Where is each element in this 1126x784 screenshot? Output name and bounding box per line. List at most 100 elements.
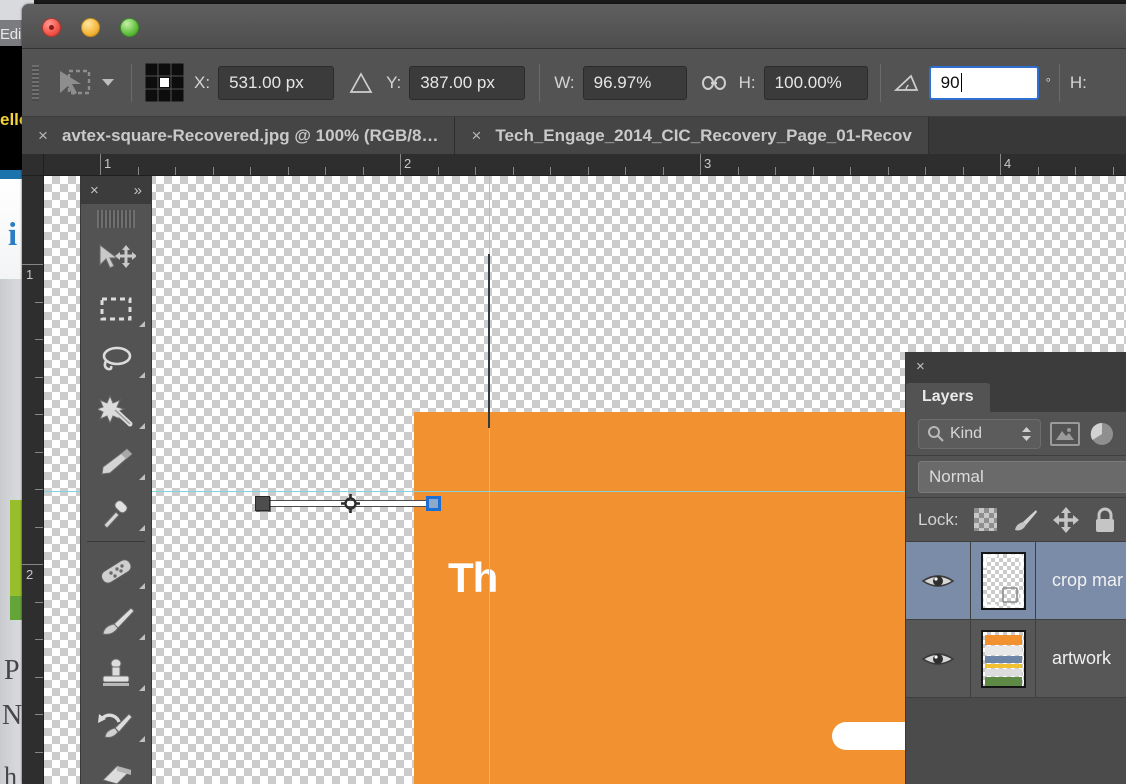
layer-visibility-toggle[interactable] <box>906 648 970 670</box>
ref-point-bl[interactable] <box>147 91 156 100</box>
close-icon[interactable]: × <box>471 126 481 146</box>
chevron-down-icon[interactable] <box>102 79 114 86</box>
tool-submenu-indicator[interactable] <box>139 474 145 480</box>
ruler-tick <box>137 167 139 175</box>
layer-visibility-toggle[interactable] <box>906 570 970 592</box>
lock-all-icon[interactable] <box>1094 507 1116 533</box>
rectangular-marquee-tool[interactable] <box>81 283 151 334</box>
ref-point-mr[interactable] <box>173 78 182 87</box>
layer-name[interactable]: crop mar <box>1036 570 1123 591</box>
lock-transparent-pixels-icon[interactable] <box>973 508 997 531</box>
options-bar: X: 531.00 px Y: 387.00 px W: 96.97% H: 1… <box>22 49 1126 117</box>
height-input[interactable]: 100.00% <box>763 65 868 100</box>
document-tabs: × avtex-square-Recovered.jpg @ 100% (RGB… <box>22 117 1126 154</box>
angle-icon[interactable] <box>893 71 921 95</box>
ref-point-br[interactable] <box>173 91 182 100</box>
close-icon[interactable]: × <box>90 182 99 199</box>
close-icon[interactable]: × <box>916 358 925 375</box>
move-tool[interactable] <box>81 232 151 283</box>
skew-h-label: H: <box>1069 72 1087 92</box>
tools-panel-grip[interactable] <box>97 210 135 228</box>
rotation-angle-input[interactable]: 90 <box>928 65 1039 100</box>
transform-handle-right-selected[interactable] <box>426 496 441 511</box>
lock-position-icon[interactable] <box>1052 506 1079 533</box>
blend-mode-select[interactable]: Normal <box>918 460 1126 493</box>
document-tab-1-label: avtex-square-Recovered.jpg @ 100% (RGB/8… <box>61 125 439 145</box>
minimize-button[interactable] <box>81 18 100 37</box>
healing-brush-tool[interactable] <box>81 545 151 596</box>
layers-panel: × Layers Kind Normal Lock: crop mar artw… <box>905 352 1126 784</box>
adjustment-layer-filter-icon[interactable] <box>1089 421 1115 447</box>
document-tab-2[interactable]: × Tech_Engage_2014_CIC_Recovery_Page_01-… <box>455 117 929 154</box>
transform-reference-point[interactable] <box>341 494 360 513</box>
width-input[interactable]: 96.97% <box>582 65 687 100</box>
zoom-button[interactable] <box>120 18 139 37</box>
background-letter-n: N <box>2 700 23 731</box>
ref-point-tc[interactable] <box>160 65 169 74</box>
eraser-tool[interactable] <box>81 749 151 784</box>
brush-tool[interactable] <box>81 596 151 647</box>
background-letter-h: h <box>4 762 17 784</box>
stepper-icon[interactable] <box>1021 426 1032 442</box>
layer-name[interactable]: artwork <box>1036 648 1111 669</box>
ruler-tick <box>35 414 43 415</box>
ref-point-center[interactable] <box>160 78 169 87</box>
tool-submenu-indicator[interactable] <box>139 634 145 640</box>
clone-stamp-tool[interactable] <box>81 647 151 698</box>
horizontal-ruler[interactable]: 1 2 3 4 <box>44 154 1126 176</box>
y-input[interactable]: 387.00 px <box>409 65 526 100</box>
ruler-label: 1 <box>104 156 112 171</box>
layer-kind-select[interactable]: Kind <box>918 418 1041 449</box>
ruler-tick <box>962 167 964 175</box>
tool-submenu-indicator[interactable] <box>139 736 145 742</box>
ruler-tick <box>325 167 326 175</box>
ruler-tick <box>475 167 476 175</box>
lasso-tool[interactable] <box>81 334 151 385</box>
ruler-tick <box>1075 167 1076 175</box>
options-bar-grip[interactable] <box>32 64 39 101</box>
tool-submenu-indicator[interactable] <box>139 372 145 378</box>
layer-thumbnail-cell[interactable] <box>970 542 1036 619</box>
close-icon[interactable]: × <box>38 126 48 146</box>
eyedropper-tool[interactable] <box>81 487 151 538</box>
crop-tool[interactable] <box>81 436 151 487</box>
ref-point-tl[interactable] <box>147 65 156 74</box>
transform-handle-left[interactable] <box>255 496 270 511</box>
history-brush-tool[interactable] <box>81 698 151 749</box>
tool-submenu-indicator[interactable] <box>139 321 145 327</box>
free-transform-icon[interactable] <box>57 68 93 98</box>
vertical-ruler[interactable]: 12 <box>22 176 44 784</box>
tool-preset-picker[interactable] <box>47 68 124 98</box>
ruler-tick <box>437 167 439 175</box>
close-button[interactable] <box>42 18 61 37</box>
h-label: H: <box>738 72 756 92</box>
eye-icon[interactable] <box>921 570 955 592</box>
delta-triangle-icon[interactable] <box>348 70 374 96</box>
tool-submenu-indicator[interactable] <box>139 423 145 429</box>
ref-point-ml[interactable] <box>147 78 156 87</box>
pixel-layer-filter-icon[interactable] <box>1050 421 1080 446</box>
collapse-icon[interactable]: » <box>134 182 142 199</box>
tool-submenu-indicator[interactable] <box>139 583 145 589</box>
tab-layers[interactable]: Layers <box>906 383 990 412</box>
eye-icon[interactable] <box>921 648 955 670</box>
document-tab-1[interactable]: × avtex-square-Recovered.jpg @ 100% (RGB… <box>22 117 456 154</box>
ruler-tick <box>1112 167 1114 175</box>
ref-point-bc[interactable] <box>160 91 169 100</box>
chain-link-icon[interactable] <box>701 72 727 94</box>
ruler-tick <box>1037 167 1039 175</box>
layer-row[interactable]: crop mar <box>906 542 1126 620</box>
ruler-corner[interactable] <box>22 154 44 176</box>
window-titlebar[interactable] <box>22 4 1126 49</box>
ruler-tick <box>212 167 214 175</box>
layer-thumbnail-cell[interactable] <box>970 620 1036 697</box>
tool-submenu-indicator[interactable] <box>139 685 145 691</box>
layer-row[interactable]: artwork <box>906 620 1126 698</box>
lock-image-pixels-icon[interactable] <box>1012 508 1038 532</box>
divider <box>131 63 132 102</box>
reference-point-grid[interactable] <box>147 65 182 100</box>
ref-point-tr[interactable] <box>173 65 182 74</box>
tool-submenu-indicator[interactable] <box>139 525 145 531</box>
magic-wand-tool[interactable] <box>81 385 151 436</box>
x-input[interactable]: 531.00 px <box>218 65 335 100</box>
